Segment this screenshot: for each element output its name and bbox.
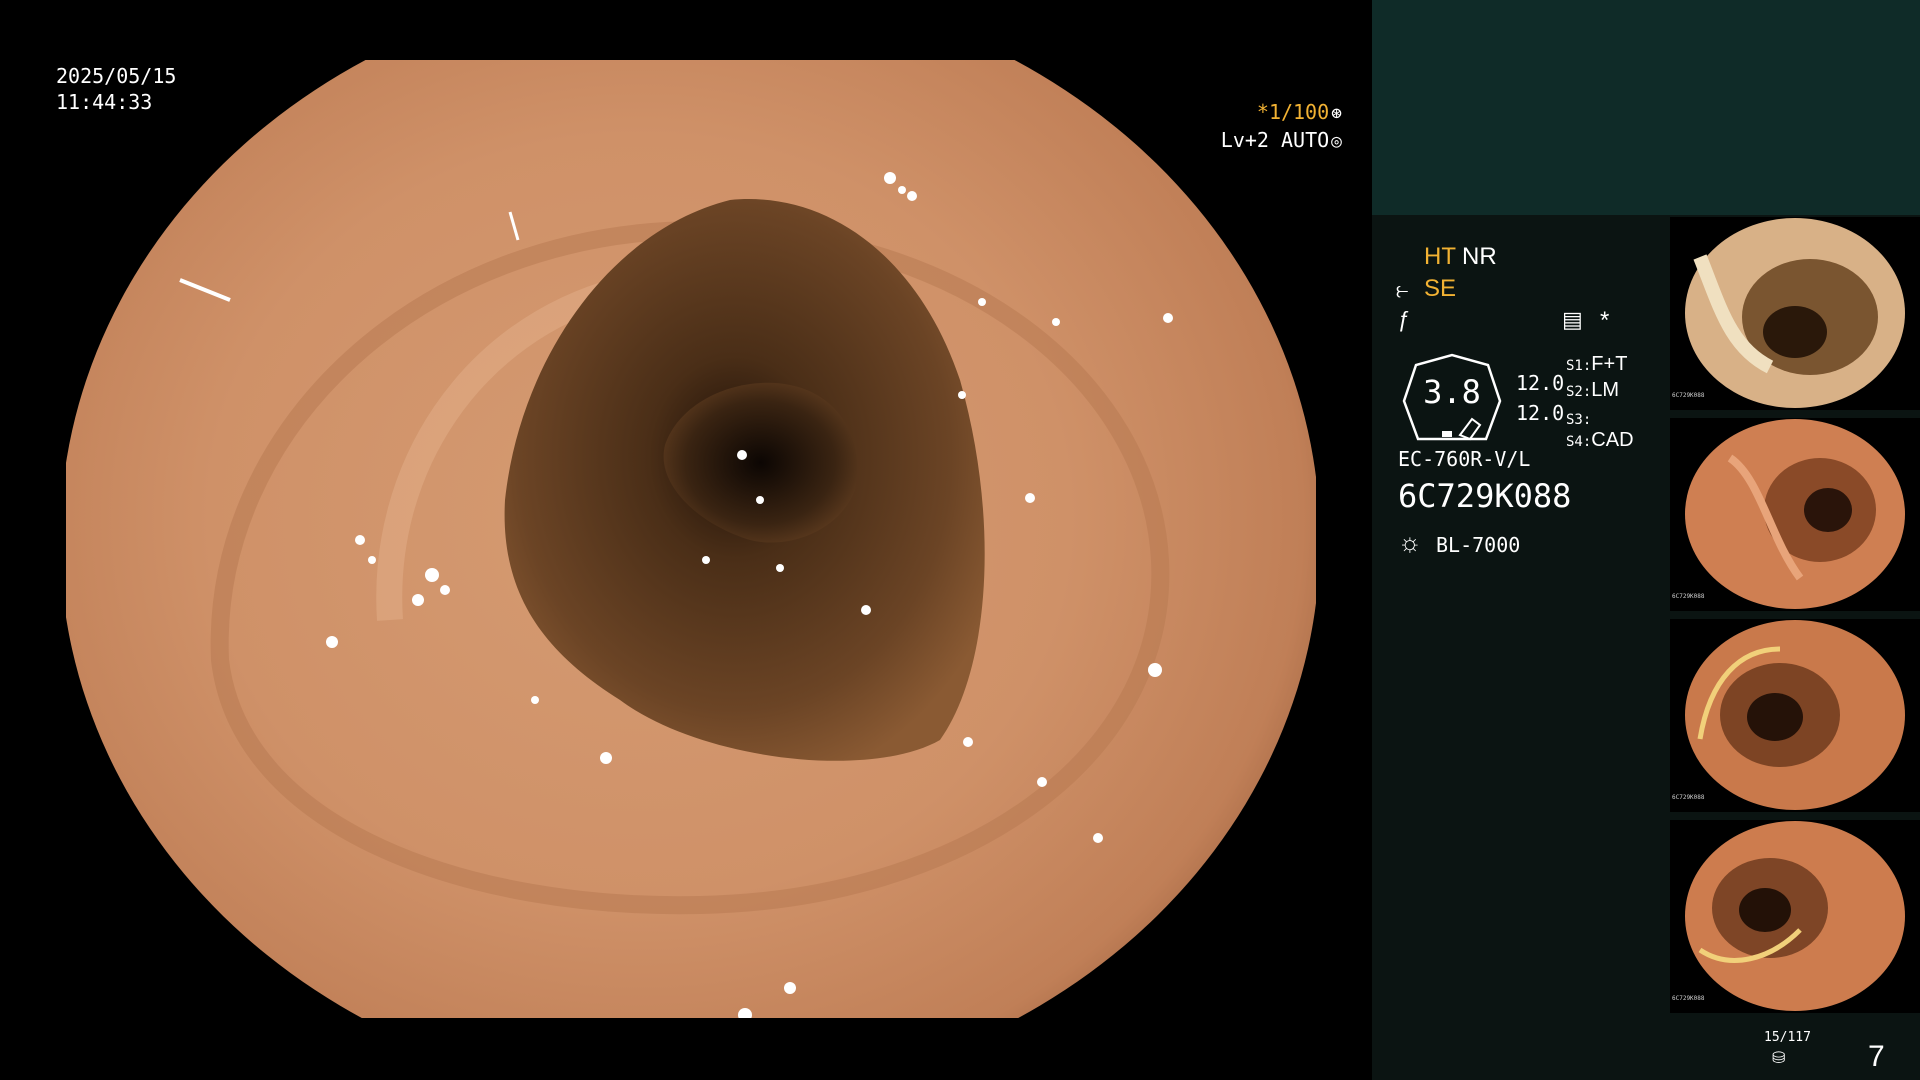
scope-info: HT NR ⥼ SE ƒ ▤ * 3.8 12.0 12.0 S1:F+T S2… xyxy=(1372,215,1672,1080)
thumbnail-1[interactable]: 6C729K088 xyxy=(1670,217,1920,410)
magnification-value: 1/100 xyxy=(1268,100,1330,124)
thumbnail-4[interactable]: 6C729K088 xyxy=(1670,820,1920,1013)
thumbnail-image xyxy=(1685,821,1905,1011)
structure-enhance-icon: ⥼ xyxy=(1396,277,1409,302)
switch-s4: S4:CAD xyxy=(1566,425,1634,453)
info-panel-header xyxy=(1372,0,1920,215)
date-readout: 2025/05/15 xyxy=(56,64,177,88)
level-value: Lv+2 AUTO xyxy=(1220,128,1330,152)
endoscope-live-view: 2025/05/15 11:44:33 *1/100 ⊛ Lv+2 AUTO ◎ xyxy=(0,0,1372,1080)
endoscopy-display: 2025/05/15 11:44:33 *1/100 ⊛ Lv+2 AUTO ◎ H… xyxy=(0,0,1920,1080)
gauge-value: 3.8 xyxy=(1423,373,1481,411)
star-marker: * xyxy=(1600,307,1610,334)
magnification-readout: *1/100 ⊛ xyxy=(1257,98,1342,128)
mode-se: SE xyxy=(1424,275,1457,302)
switch-value: LM xyxy=(1591,379,1620,401)
mode-nr: NR xyxy=(1462,243,1497,270)
captured-images-strip: 6C729K088 6C729K088 6C729K088 6C729K088 xyxy=(1670,217,1920,1017)
switch-label: S1: xyxy=(1566,358,1592,374)
capture-counter: 15/117 xyxy=(1764,1030,1811,1045)
color-enhance-icon: ƒ xyxy=(1398,307,1411,332)
scope-model: EC-760R-V/L xyxy=(1398,447,1531,471)
thumbnail-image xyxy=(1685,218,1905,408)
auto-iris-icon: ◎ xyxy=(1331,131,1342,152)
mode-ht: HT xyxy=(1424,243,1456,270)
endoscope-image xyxy=(66,60,1316,1018)
aperture-icon: ⊛ xyxy=(1331,103,1342,124)
level-readout: Lv+2 AUTO ◎ xyxy=(1221,126,1342,156)
setting-value-b: 12.0 xyxy=(1516,401,1565,425)
thumbnail-caption: 6C729K088 xyxy=(1672,392,1705,399)
thumbnail-image xyxy=(1685,419,1905,609)
thumbnail-caption: 6C729K088 xyxy=(1672,995,1705,1002)
time-readout: 11:44:33 xyxy=(56,90,153,114)
magnification-prefix: * xyxy=(1256,100,1269,124)
record-icon: ▤ xyxy=(1562,307,1583,332)
switch-label: S4: xyxy=(1566,434,1592,450)
switch-s1: S1:F+T xyxy=(1566,349,1627,377)
page-number: 7 xyxy=(1868,1040,1885,1073)
light-source: BL-7000 xyxy=(1436,533,1521,557)
storage-icon: ⛁ xyxy=(1772,1048,1786,1067)
scope-serial: 6C729K088 xyxy=(1398,477,1572,515)
switch-value: F+T xyxy=(1591,353,1628,375)
thumbnail-image xyxy=(1685,620,1905,810)
light-source-icon: ☼ xyxy=(1398,527,1422,557)
switch-label: S2: xyxy=(1566,384,1592,400)
thumbnail-caption: 6C729K088 xyxy=(1672,593,1705,600)
thumbnail-caption: 6C729K088 xyxy=(1672,794,1705,801)
switch-value: CAD xyxy=(1591,429,1634,451)
thumbnail-2[interactable]: 6C729K088 xyxy=(1670,418,1920,611)
thumbnail-3[interactable]: 6C729K088 xyxy=(1670,619,1920,812)
switch-s2: S2:LM xyxy=(1566,375,1619,403)
setting-value-a: 12.0 xyxy=(1516,371,1565,395)
